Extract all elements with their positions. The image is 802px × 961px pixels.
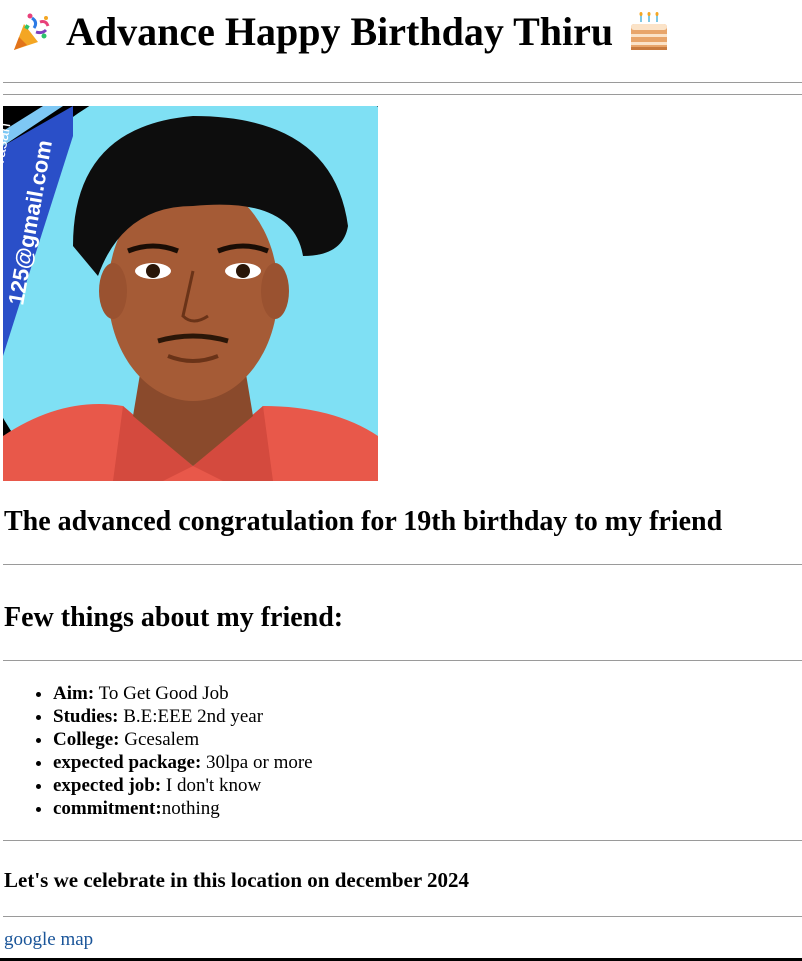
- about-heading: Few things about my friend:: [4, 602, 344, 633]
- fact-value: 30lpa or more: [201, 752, 313, 773]
- divider: [3, 916, 802, 917]
- fact-label: College:: [53, 729, 120, 750]
- list-item: commitment:nothing: [53, 797, 313, 820]
- congratulation-heading: The advanced congratulation for 19th bir…: [4, 506, 723, 537]
- page-title-text: Advance Happy Birthday Thiru: [66, 9, 614, 54]
- page-title: Advance Happy Birthday Thiru: [10, 8, 669, 56]
- page: Advance Happy Birthday Thiru 125@gmail.c…: [0, 0, 802, 961]
- divider: [3, 564, 802, 565]
- divider: [3, 840, 802, 841]
- fact-label: Studies:: [53, 706, 119, 727]
- fact-label: expected package:: [53, 752, 202, 773]
- list-item: expected package: 30lpa or more: [53, 751, 313, 774]
- fact-value: I don't know: [161, 775, 262, 796]
- friend-facts-list: Aim: To Get Good Job Studies: B.E:EEE 2n…: [10, 682, 313, 820]
- divider: [3, 82, 802, 83]
- party-popper-icon: [10, 12, 50, 52]
- fact-value: To Get Good Job: [94, 683, 229, 704]
- fact-value: nothing: [161, 798, 220, 819]
- birthday-cake-icon: [629, 12, 669, 52]
- google-map-link[interactable]: google map: [4, 928, 93, 952]
- celebration-note: Let's we celebrate in this location on d…: [4, 868, 470, 892]
- list-item: expected job: I don't know: [53, 774, 313, 797]
- list-item: Aim: To Get Good Job: [53, 682, 313, 705]
- fact-label: Aim:: [53, 683, 95, 704]
- list-item: College: Gcesalem: [53, 728, 313, 751]
- fact-label: expected job:: [53, 775, 162, 796]
- fact-label: commitment:: [53, 798, 162, 819]
- fact-value: Gcesalem: [119, 729, 200, 750]
- divider: [3, 94, 802, 95]
- divider: [3, 660, 802, 661]
- friend-photo: 125@gmail.com vasan: [3, 106, 378, 481]
- fact-value: B.E:EEE 2nd year: [118, 706, 264, 727]
- list-item: Studies: B.E:EEE 2nd year: [53, 705, 313, 728]
